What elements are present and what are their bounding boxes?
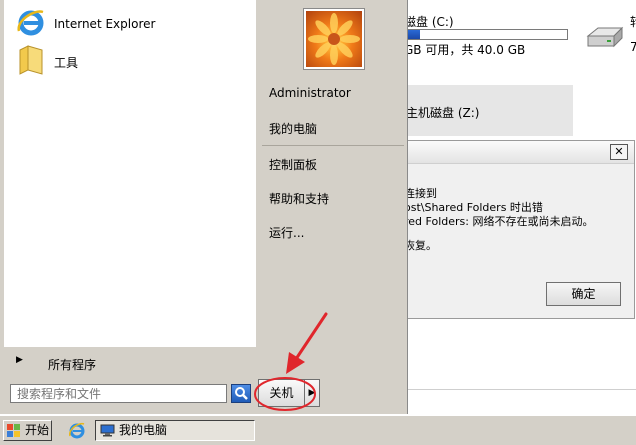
taskbar-item-label: 我的电脑 (119, 423, 168, 437)
pinned-item-label: Internet Explorer (54, 17, 156, 31)
pinned-item-label: 工具 (54, 56, 79, 70)
shutdown-button[interactable]: 关机 (258, 379, 305, 407)
search-icon (235, 387, 248, 400)
dialog-titlebar[interactable]: ✕ (404, 141, 634, 164)
taskbar-item-my-computer[interactable]: 我的电脑 (95, 420, 255, 441)
help-support-link[interactable]: 帮助和支持 (269, 190, 329, 207)
drive-z-item[interactable]: 主机磁盘 (Z:) (404, 85, 573, 136)
search-input[interactable] (10, 384, 227, 403)
ie-icon (17, 10, 44, 36)
drive-c-usage-text: GB 可用，共 40.0 GB (404, 43, 526, 57)
shutdown-options-button[interactable]: ▶ (305, 379, 320, 407)
control-panel-link[interactable]: 控制面板 (269, 156, 317, 173)
hard-drive-icon (586, 26, 624, 48)
all-programs-label: 所有程序 (48, 358, 97, 372)
arrow-right-icon: ▶ (308, 388, 316, 398)
start-label: 开始 (25, 423, 50, 437)
windows-logo-icon (7, 424, 20, 437)
run-link[interactable]: 运行... (269, 224, 304, 241)
search-button[interactable] (231, 384, 251, 403)
computer-icon (100, 424, 115, 437)
drive-z-label: 主机磁盘 (Z:) (406, 106, 480, 120)
my-computer-link[interactable]: 我的电脑 (269, 120, 317, 137)
pinned-programs-pane: Internet Explorer 工具 (4, 0, 256, 347)
pinned-item-tools[interactable]: 工具 (14, 42, 254, 78)
ie-quicklaunch-icon[interactable] (68, 421, 86, 439)
drive-c-title[interactable]: 磁盘 (C:) (404, 13, 454, 30)
dialog-message-line: red Folders: 网络不存在或尚未启动。 (404, 215, 594, 228)
cropped-label-2: 7 (630, 40, 636, 54)
divider (404, 389, 636, 390)
drive-c-usage-bar (406, 29, 568, 40)
flower-icon (308, 13, 360, 65)
close-icon[interactable]: ✕ (610, 144, 628, 160)
menu-separator (262, 145, 404, 146)
cropped-label-1: 转 (630, 13, 636, 30)
user-name-link[interactable]: Administrator (269, 86, 351, 100)
dialog-message-line: 恢复。 (404, 239, 437, 252)
error-dialog: ✕ 连接到 ost\Shared Folders 时出错 red Folders… (404, 140, 635, 319)
start-menu: Internet Explorer 工具 ▶ 所有程序 搜索程序和文件 Admi… (0, 0, 408, 414)
folder-icon (19, 45, 43, 75)
start-button[interactable]: 开始 (3, 420, 52, 441)
pinned-item-internet-explorer[interactable]: Internet Explorer (14, 5, 254, 41)
drive-c-usage-fill (407, 30, 420, 39)
all-programs-button[interactable]: ▶ 所有程序 (4, 348, 256, 378)
avatar[interactable] (304, 9, 364, 69)
taskbar: 开始 我的电脑 (0, 415, 636, 445)
ok-button[interactable]: 确定 (546, 282, 621, 306)
arrow-right-icon: ▶ (16, 355, 23, 365)
